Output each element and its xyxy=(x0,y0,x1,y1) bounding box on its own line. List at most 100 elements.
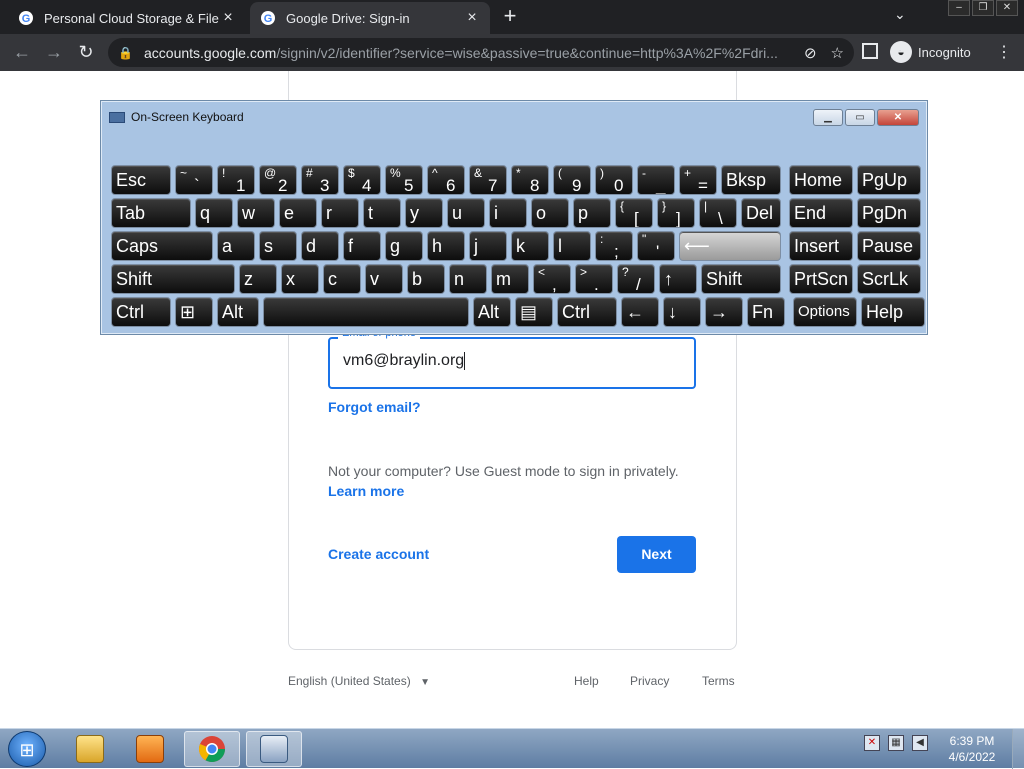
key-7[interactable]: & 7 xyxy=(469,165,507,195)
eye-slash-icon[interactable]: ⊘ xyxy=(804,44,817,62)
show-desktop-button[interactable] xyxy=(1012,729,1024,769)
key-b[interactable]: b xyxy=(407,264,445,294)
action-center-flag-icon[interactable]: ✕ xyxy=(864,735,880,751)
key-Del[interactable]: Del xyxy=(741,198,781,228)
key-Bksp[interactable]: Bksp xyxy=(721,165,781,195)
key-Alt[interactable]: Alt xyxy=(473,297,511,327)
key-][interactable]: }] xyxy=(657,198,695,228)
create-account-button[interactable]: Create account xyxy=(328,546,429,562)
key-.[interactable]: >. xyxy=(575,264,613,294)
side-panel-icon[interactable] xyxy=(862,43,878,59)
key-↑[interactable]: ↑ xyxy=(659,264,697,294)
key-Help[interactable]: Help xyxy=(861,297,925,327)
key-s[interactable]: s xyxy=(259,231,297,261)
reload-icon[interactable]: ↻ xyxy=(74,40,98,64)
volume-icon[interactable]: ◀ xyxy=(912,735,928,751)
close-tab-icon[interactable]: × xyxy=(220,9,236,27)
key-Options[interactable]: Options xyxy=(793,297,857,327)
key-w[interactable]: w xyxy=(237,198,275,228)
key-PgDn[interactable]: PgDn xyxy=(857,198,921,228)
key-▤[interactable]: ▤ xyxy=(515,297,553,327)
key-3[interactable]: #3 xyxy=(301,165,339,195)
lock-icon[interactable]: 🔒 xyxy=(118,46,133,60)
close-tab-icon[interactable]: × xyxy=(464,9,480,27)
key-2[interactable]: @2 xyxy=(259,165,297,195)
key-h[interactable]: h xyxy=(427,231,465,261)
minimize-icon[interactable]: – xyxy=(948,0,970,16)
tab-google-drive-signin[interactable]: G Google Drive: Sign-in × xyxy=(250,2,490,34)
osk-taskbar-button[interactable] xyxy=(246,731,302,767)
key-⊞[interactable]: ⊞ xyxy=(175,297,213,327)
key-p[interactable]: p xyxy=(573,198,611,228)
key-e[interactable]: e xyxy=(279,198,317,228)
key-z[interactable]: z xyxy=(239,264,277,294)
address-bar[interactable]: 🔒 accounts.google.com/signin/v2/identifi… xyxy=(108,38,854,67)
key-←[interactable]: ← xyxy=(621,297,659,327)
forgot-email-link[interactable]: Forgot email? xyxy=(328,399,421,415)
key-Tab[interactable]: Tab xyxy=(111,198,191,228)
key-v[interactable]: v xyxy=(365,264,403,294)
key-k[interactable]: k xyxy=(511,231,549,261)
incognito-badge[interactable]: ◒ Incognito xyxy=(890,40,971,64)
key-Shift[interactable]: Shift xyxy=(111,264,235,294)
key-⟵[interactable]: ⟵ xyxy=(679,231,781,261)
terms-link[interactable]: Terms xyxy=(702,674,735,688)
key-l[interactable]: l xyxy=(553,231,591,261)
key-0[interactable]: ) 0 xyxy=(595,165,633,195)
key-y[interactable]: y xyxy=(405,198,443,228)
email-value[interactable]: vm6@braylin.org xyxy=(343,352,466,370)
key-f[interactable]: f xyxy=(343,231,381,261)
key-u[interactable]: u xyxy=(447,198,485,228)
key-Esc[interactable]: Esc xyxy=(111,165,171,195)
language-selector[interactable]: English (United States) ▼ xyxy=(288,674,430,688)
explorer-taskbar-button[interactable] xyxy=(62,731,118,767)
key-4[interactable]: $4 xyxy=(343,165,381,195)
close-window-icon[interactable]: ✕ xyxy=(996,0,1018,16)
next-button[interactable]: Next xyxy=(617,536,696,573)
key-a[interactable]: a xyxy=(217,231,255,261)
key-Insert[interactable]: Insert xyxy=(789,231,853,261)
key-↓[interactable]: ↓ xyxy=(663,297,701,327)
learn-more-link[interactable]: Learn more xyxy=(328,483,404,499)
more-menu-icon[interactable]: ⋮ xyxy=(996,42,1012,62)
key-End[interactable]: End xyxy=(789,198,853,228)
key-r[interactable]: r xyxy=(321,198,359,228)
key-i[interactable]: i xyxy=(489,198,527,228)
key-Fn[interactable]: Fn xyxy=(747,297,785,327)
new-tab-button[interactable]: + xyxy=(498,4,522,28)
key-x[interactable]: x xyxy=(281,264,319,294)
key-5[interactable]: % 5 xyxy=(385,165,423,195)
key-o[interactable]: o xyxy=(531,198,569,228)
key-q[interactable]: q xyxy=(195,198,233,228)
key-6[interactable]: ^ 6 xyxy=(427,165,465,195)
key-g[interactable]: g xyxy=(385,231,423,261)
key-d[interactable]: d xyxy=(301,231,339,261)
key-→[interactable]: → xyxy=(705,297,743,327)
key-8[interactable]: * 8 xyxy=(511,165,549,195)
restore-icon[interactable]: ❐ xyxy=(972,0,994,16)
key-'[interactable]: " ' xyxy=(637,231,675,261)
back-arrow-icon[interactable]: ← xyxy=(10,40,34,64)
key-Ctrl[interactable]: Ctrl xyxy=(557,297,617,327)
key-ScrLk[interactable]: ScrLk xyxy=(857,264,921,294)
key-\[interactable]: | \ xyxy=(699,198,737,228)
key-PgUp[interactable]: PgUp xyxy=(857,165,921,195)
network-icon[interactable]: ▦ xyxy=(888,735,904,751)
key-Ctrl[interactable]: Ctrl xyxy=(111,297,171,327)
key-[[interactable]: {[ xyxy=(615,198,653,228)
start-button[interactable]: ⊞ xyxy=(8,731,46,767)
key-`[interactable]: ~ ` xyxy=(175,165,213,195)
key-9[interactable]: (9 xyxy=(553,165,591,195)
media-player-taskbar-button[interactable] xyxy=(122,731,178,767)
key-,[interactable]: <, xyxy=(533,264,571,294)
key-j[interactable]: j xyxy=(469,231,507,261)
key-PrtScn[interactable]: PrtScn xyxy=(789,264,853,294)
help-link[interactable]: Help xyxy=(574,674,599,688)
star-icon[interactable]: ☆ xyxy=(831,44,844,62)
tab-search-chevron-icon[interactable]: ⌄ xyxy=(894,6,906,23)
privacy-link[interactable]: Privacy xyxy=(630,674,669,688)
key-space[interactable] xyxy=(263,297,469,327)
key-1[interactable]: ! 1 xyxy=(217,165,255,195)
key-m[interactable]: m xyxy=(491,264,529,294)
clock[interactable]: 6:39 PM 4/6/2022 xyxy=(946,733,998,765)
